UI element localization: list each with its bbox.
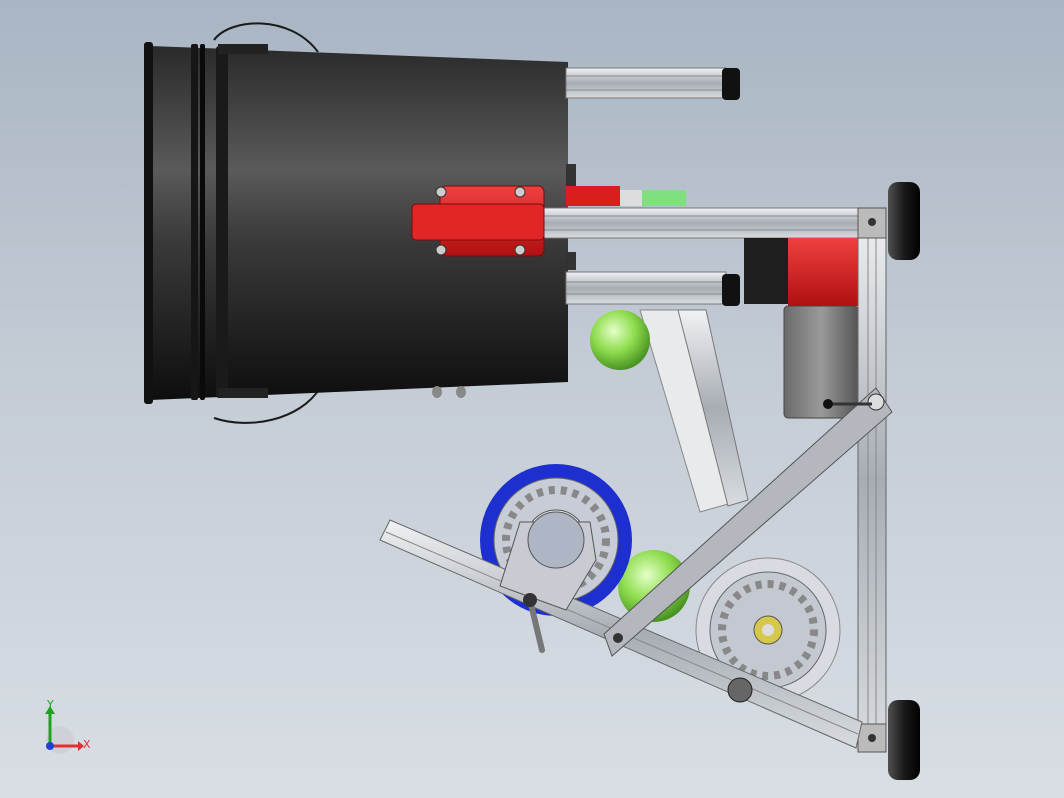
rubber-foot-bottom (888, 700, 920, 780)
coordinate-triad: X Y (45, 698, 91, 754)
axle-knob[interactable] (727, 677, 753, 703)
tennis-ball-1[interactable] (590, 310, 650, 370)
cad-viewport[interactable]: X Y (0, 0, 1064, 798)
vertical-frame[interactable] (857, 207, 887, 753)
x-axis-label: X (83, 738, 91, 751)
y-axis-label: Y (46, 698, 54, 711)
gearbox[interactable] (783, 305, 859, 419)
middle-rail[interactable] (539, 207, 863, 239)
lower-rail[interactable] (565, 252, 740, 306)
motor[interactable] (744, 238, 858, 306)
rubber-foot-top (888, 182, 920, 260)
feed-chute[interactable] (639, 309, 749, 513)
rail-end-cap (722, 68, 740, 100)
upper-rail[interactable] (565, 67, 740, 100)
model-canvas[interactable]: X Y (0, 0, 1064, 798)
z-axis-dot (46, 742, 54, 750)
motor-coupler[interactable] (566, 164, 686, 206)
